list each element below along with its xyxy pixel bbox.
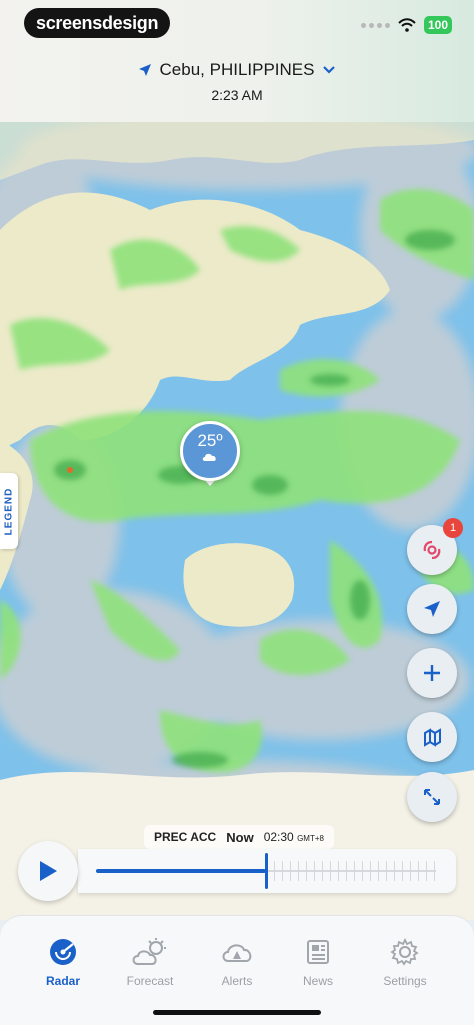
tab-label: Alerts (221, 974, 253, 988)
legend-tab[interactable]: LEGEND (0, 473, 18, 549)
signal-icon (360, 22, 390, 28)
tab-settings[interactable]: Settings (360, 932, 450, 988)
hurricane-icon (423, 540, 441, 560)
layers-button[interactable] (407, 712, 457, 762)
local-time: 2:23 AM (211, 87, 263, 103)
timeline-ticks (266, 861, 438, 881)
timeline-label: PREC ACC Now 02:30 GMT+8 (144, 825, 334, 849)
home-indicator (153, 1010, 321, 1015)
zoom-in-button[interactable] (407, 648, 457, 698)
storm-tracker-button[interactable]: 1 (407, 518, 463, 575)
chevron-down-icon (323, 66, 336, 74)
brand-logo: screensdesign (24, 8, 171, 38)
location-arrow-icon (138, 64, 151, 76)
temperature-value: 25º (197, 431, 223, 450)
timeline-thumb[interactable] (265, 853, 268, 889)
layers-icon (424, 728, 441, 747)
tab-alerts[interactable]: Alerts (192, 932, 282, 988)
header: screensdesign 100 Cebu, PHILIPPINES 2:23… (0, 0, 474, 122)
forecast-icon (132, 938, 166, 965)
legend-label: LEGEND (3, 487, 15, 535)
tab-label: Radar (45, 974, 80, 988)
temperature-pin[interactable]: 25º (180, 421, 240, 481)
status-bar-right: 100 (360, 16, 452, 34)
play-icon (40, 861, 57, 881)
expand-icon (424, 789, 440, 805)
timeline-time: 02:30 GMT+8 (263, 830, 324, 844)
alerts-icon (222, 944, 252, 962)
timeline-progress (96, 869, 266, 873)
tab-label: Settings (383, 974, 427, 988)
layer-label: PREC ACC (154, 830, 217, 844)
timeline-slider[interactable] (78, 849, 456, 893)
map-layer (0, 120, 474, 920)
my-location-button[interactable] (407, 584, 457, 634)
cloud-night-icon (183, 450, 237, 465)
tab-forecast[interactable]: Forecast (105, 932, 195, 988)
location-arrow-icon (424, 601, 440, 617)
gear-icon (390, 937, 419, 966)
radar-icon (50, 939, 76, 965)
location-name: Cebu, PHILIPPINES (159, 60, 315, 79)
tab-bar: Radar Forecast Alerts News Settings (0, 915, 474, 1025)
tab-label: News (302, 974, 333, 988)
wifi-icon (398, 18, 416, 32)
play-button[interactable] (18, 841, 78, 901)
radar-map[interactable] (0, 120, 474, 920)
tab-label: Forecast (126, 974, 174, 988)
battery-badge: 100 (423, 16, 452, 34)
storm-badge: 1 (443, 518, 463, 538)
location-selector[interactable]: Cebu, PHILIPPINES (0, 60, 474, 80)
now-label: Now (226, 829, 254, 845)
tab-radar[interactable]: Radar (18, 932, 108, 988)
tab-news[interactable]: News (273, 932, 363, 988)
fullscreen-button[interactable] (407, 772, 457, 822)
plus-icon (424, 665, 440, 681)
news-icon (307, 940, 329, 964)
